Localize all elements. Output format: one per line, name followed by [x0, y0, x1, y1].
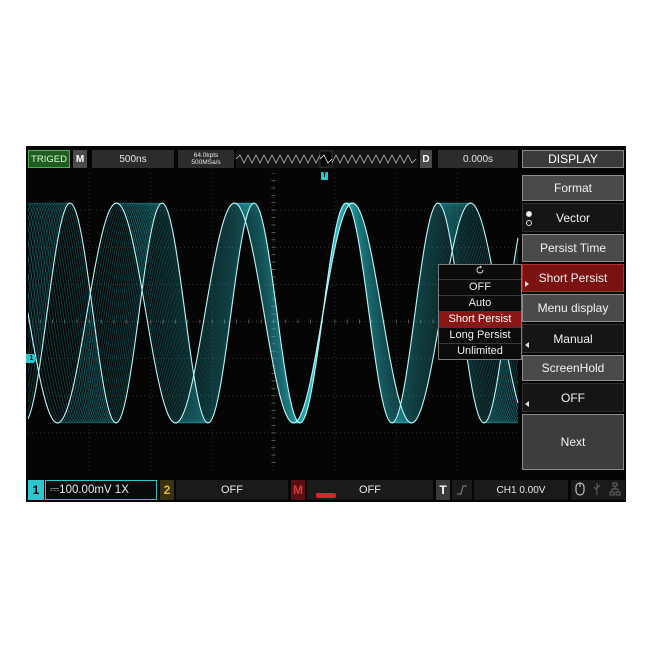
menu-title: DISPLAY	[522, 150, 624, 168]
trigger-status-badge: TRIGED	[28, 150, 70, 168]
trigger-position-marker[interactable]: T	[321, 172, 328, 180]
ch2-status[interactable]: OFF	[176, 480, 288, 500]
menu-display-softkey-label[interactable]: Menu display	[522, 294, 624, 322]
screenhold-value-button[interactable]: OFF	[522, 383, 624, 412]
rotate-knob-icon	[439, 265, 521, 279]
knob-arrow-icon	[525, 342, 529, 348]
screenhold-softkey-label[interactable]: ScreenHold	[522, 355, 624, 381]
waveform-overview-strip[interactable]	[236, 150, 418, 168]
persist-time-value-button[interactable]: Short Persist	[522, 264, 624, 292]
usb-icon	[592, 482, 602, 499]
sample-rate: 500MSa/s	[191, 159, 221, 166]
persist-time-softkey-label[interactable]: Persist Time	[522, 234, 624, 262]
format-value-button[interactable]: Vector	[522, 203, 624, 232]
format-value: Vector	[555, 210, 591, 225]
status-icons	[571, 480, 625, 500]
persist-time-value: Short Persist	[538, 271, 608, 285]
trigger-label[interactable]: T	[436, 480, 450, 500]
menu-display-value: Manual	[553, 331, 593, 346]
math-label[interactable]: M	[291, 480, 305, 500]
network-icon	[609, 482, 621, 499]
main-timebase-label: M	[73, 150, 87, 168]
radio-unselected-icon	[526, 220, 532, 226]
trigger-source-level[interactable]: CH1 0.00V	[474, 480, 568, 500]
screenhold-value: OFF	[561, 390, 585, 405]
submenu-arrow-icon	[525, 281, 529, 287]
persist-option-auto[interactable]: Auto	[439, 295, 521, 311]
format-softkey-label[interactable]: Format	[522, 175, 624, 201]
delay-label: D	[420, 150, 432, 168]
acquisition-info: 64.0kpts 500MSa/s	[178, 150, 234, 168]
ch1-settings[interactable]: ⎓100.00mV 1X	[45, 480, 157, 500]
persist-option-short[interactable]: Short Persist	[439, 311, 521, 327]
timebase-value[interactable]: 500ns	[92, 150, 174, 168]
overview-wave-icon	[236, 150, 417, 168]
menu-display-value-button[interactable]: Manual	[522, 324, 624, 353]
math-indicator	[316, 493, 336, 498]
ch2-number[interactable]: 2	[160, 480, 174, 500]
radio-selected-icon	[526, 211, 532, 217]
horizontal-delay-value[interactable]: 0.000s	[438, 150, 518, 168]
mouse-icon	[575, 482, 585, 499]
oscilloscope-screen: TRIGED M 500ns 64.0kpts 500MSa/s D 0.000…	[26, 146, 626, 502]
ch1-number[interactable]: 1	[28, 480, 44, 500]
persist-option-unlimited[interactable]: Unlimited	[439, 343, 521, 359]
persist-time-popup[interactable]: OFF Auto Short Persist Long Persist Unli…	[438, 264, 522, 360]
memory-depth: 64.0kpts	[193, 152, 219, 159]
persist-option-off[interactable]: OFF	[439, 279, 521, 295]
persist-option-long[interactable]: Long Persist	[439, 327, 521, 343]
next-page-button[interactable]: Next	[522, 414, 624, 470]
rising-edge-icon	[452, 480, 472, 500]
knob-arrow-icon	[525, 401, 529, 407]
